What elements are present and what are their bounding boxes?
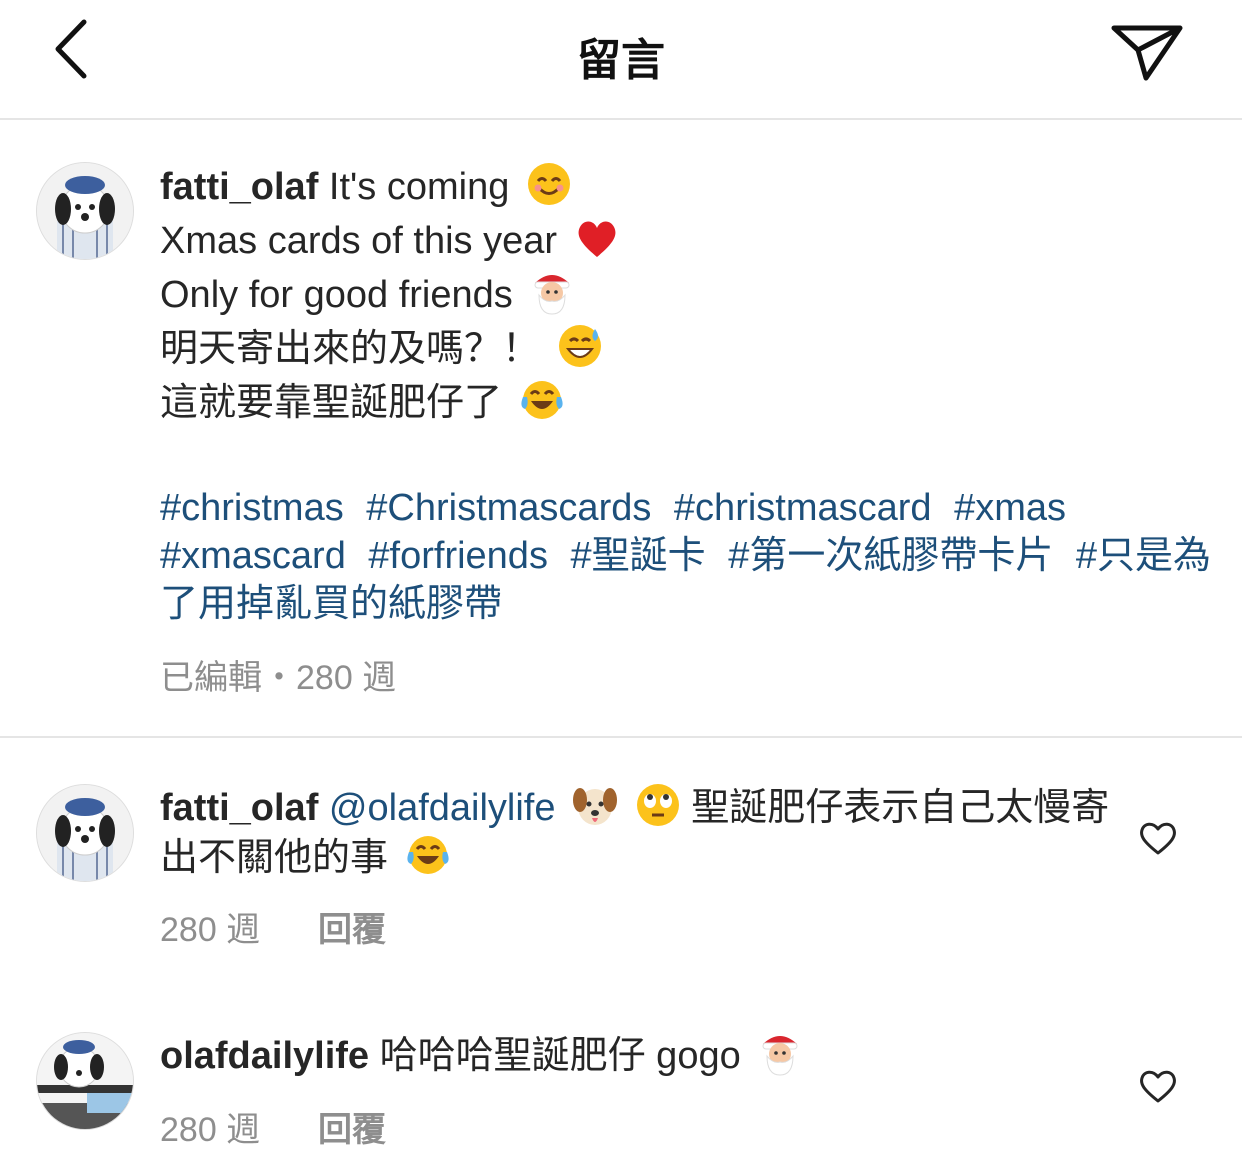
caption-line: Only for good friends [160,268,1220,322]
caption-line: Xmas cards of this year [160,214,1220,268]
hashtag-link[interactable]: #聖誕卡 [571,535,706,577]
santa-emoji [762,1036,798,1076]
hashtag-link[interactable]: #第一次紙膠帶卡片 [728,535,1053,577]
mention-link[interactable]: @olafdailylife [329,787,556,829]
hashtag-link[interactable]: #xmas [954,487,1066,529]
comment-text: 哈哈哈聖誕肥仔 gogo [379,1035,741,1077]
username-link[interactable]: olafdailylife [160,1035,369,1077]
caption-line: 這就要靠聖誕肥仔了 [160,376,1220,430]
like-button[interactable] [1138,1068,1178,1104]
username-link[interactable]: fatti_olaf [160,787,318,829]
reply-button[interactable]: 回覆 [318,902,386,951]
caption-line: fatti_olaf It's coming [160,160,1220,214]
page-title: 留言 [577,36,665,85]
hashtag-link[interactable]: #Christmascards [366,487,651,529]
comment-time: 280 週 [160,911,261,949]
tears-of-joy-emoji [520,381,563,419]
hashtag-link[interactable]: #christmascard [674,487,932,529]
comment-body: olafdailylife 哈哈哈聖誕肥仔 gogo [160,1030,1120,1080]
caption-meta: 已編輯・280 週 [160,659,397,697]
share-button[interactable] [1108,16,1188,86]
caption-text: 這就要靠聖誕肥仔了 [160,382,503,424]
reply-button[interactable]: 回覆 [318,1102,386,1151]
eye-roll-emoji [636,784,679,826]
dog-avatar-icon [37,1033,133,1129]
hashtag-link[interactable]: #xmascard [160,535,346,577]
username-link[interactable]: fatti_olaf [160,166,318,208]
hashtag-list: #christmas #Christmascards #christmascar… [160,484,1220,628]
tears-of-joy-emoji [406,836,449,874]
caption-line: 明天寄出來的及嗎？！ [160,322,1220,376]
avatar[interactable] [36,162,134,260]
red-heart-emoji [578,221,616,257]
comment-body: fatti_olaf @olafdailylife 聖誕肥仔表示自己太慢寄出不關… [160,782,1120,882]
avatar[interactable] [36,1032,134,1130]
dog-face-emoji [573,788,618,825]
smiling-face-emoji [527,163,570,205]
avatar[interactable] [36,784,134,882]
hashtag-link[interactable]: #forfriends [368,535,548,577]
grinning-sweat-emoji [558,325,601,367]
header-bar: 留言 [0,0,1242,120]
heart-outline-icon [1140,822,1176,855]
dog-avatar-icon [37,163,133,259]
caption-text: 明天寄出來的及嗎？！ [160,328,541,370]
caption-text: Only for good friends [160,274,513,316]
hashtag-link[interactable]: #christmas [160,487,344,529]
like-button[interactable] [1138,820,1178,856]
paper-plane-icon [1111,25,1183,81]
heart-outline-icon [1140,1070,1176,1103]
dog-avatar-icon [37,785,133,881]
post-caption: fatti_olaf It's coming Xmas cards of thi… [160,160,1220,628]
divider [0,736,1242,738]
caption-text: It's coming [328,166,510,208]
santa-emoji [534,275,570,315]
caption-text: Xmas cards of this year [160,220,558,262]
comment-time: 280 週 [160,1111,261,1149]
